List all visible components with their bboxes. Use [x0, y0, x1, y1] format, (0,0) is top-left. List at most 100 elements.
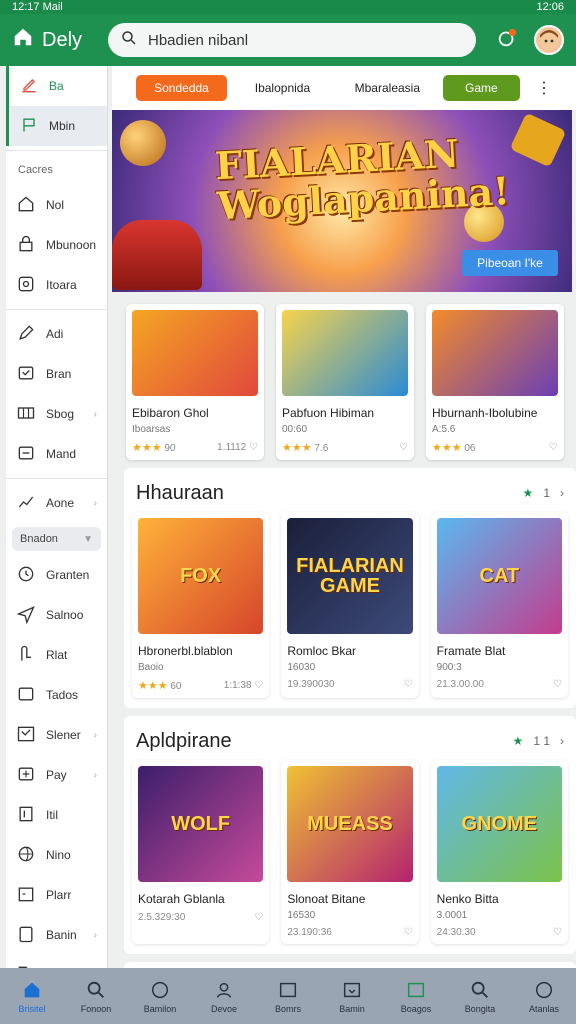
game-card[interactable]: Pabfuon Hibiman 00:60 ★★★ 7.6 ♡: [276, 304, 414, 460]
rating-stars: ★★★: [132, 442, 162, 454]
sidebar-item-label: Slener: [46, 728, 81, 742]
card-footer: 19.390030 ♡: [287, 679, 413, 690]
sidebar-dropdown[interactable]: Bnadon ▼: [12, 527, 101, 551]
heart-icon[interactable]: ♡: [254, 912, 263, 923]
game-card[interactable]: FOX Hbronerbl.blablon Baoio ★★★ 60 1:1:38 ♡: [132, 512, 270, 698]
nav-item-2[interactable]: Bamilon: [130, 979, 190, 1014]
rating-value: 7.6: [314, 443, 329, 454]
tab-game[interactable]: Game: [442, 75, 520, 101]
game-card[interactable]: WOLF Kotarah Gblanla 2.5.329:30 ♡: [132, 760, 270, 944]
sidebar-item-plarr[interactable]: Plarr: [6, 875, 107, 915]
nav-item-3[interactable]: Devoe: [194, 979, 254, 1014]
notification-icon[interactable]: [496, 27, 518, 54]
tab-bar: Sondedda Ibalopnida Mbaraleasia Game ⋮: [112, 66, 576, 110]
sidebar-item-tados[interactable]: Tados: [6, 675, 107, 715]
search-bar[interactable]: Hbadien nibanl: [108, 23, 476, 57]
game-thumbnail: [432, 310, 558, 396]
nav-item-7[interactable]: Bongita: [450, 979, 510, 1014]
sidebar-item-adi[interactable]: Adi: [6, 314, 107, 354]
game-title: Hburnanh-Ibolubine: [432, 406, 538, 420]
sidebar-item-rlat[interactable]: Rlat: [6, 635, 107, 675]
sidebar-item-label: Salnoo: [46, 608, 84, 622]
rating-stars: ★★★: [138, 680, 168, 692]
sidebar-item-salnoo[interactable]: Salnoo: [6, 595, 107, 635]
game-thumbnail: MUEASS: [287, 766, 413, 882]
sidebar-item-banin[interactable]: Banin ›: [6, 915, 107, 955]
game-section: Hhauraan ★ 1 › FOX Hbronerbl.blablon Baoio ★★★ …: [124, 468, 576, 708]
game-card[interactable]: Hburnanh-Ibolubine A:5.6 ★★★ 06 ♡: [426, 304, 564, 460]
sidebar-item-mbin[interactable]: Mbin: [6, 106, 107, 146]
sidebar-item-label: Granten: [46, 568, 90, 582]
section-count: 1 1: [533, 734, 550, 748]
sidebar-item-nino[interactable]: Nino: [6, 835, 107, 875]
nav-item-8[interactable]: Atanlas: [514, 979, 574, 1014]
game-card[interactable]: MUEASS Slonoat Bitane 16530 23.190:36 ♡: [281, 760, 419, 944]
heart-icon[interactable]: ♡: [252, 680, 263, 691]
game-title: Framate Blat: [436, 644, 506, 658]
sidebar-item-sbog[interactable]: Sbog ›: [6, 394, 107, 434]
tab-popular[interactable]: Ibalopnida: [233, 75, 332, 101]
heart-icon[interactable]: ♡: [553, 679, 562, 690]
search-input[interactable]: Hbadien nibanl: [148, 32, 248, 49]
heart-icon[interactable]: ♡: [404, 679, 413, 690]
heart-icon[interactable]: ♡: [549, 442, 558, 453]
sidebar-item-mand[interactable]: Mand: [6, 434, 107, 474]
heart-icon[interactable]: ♡: [553, 927, 562, 938]
banner-button[interactable]: Pibeoan I'ke: [462, 250, 558, 276]
sidebar-item-aone[interactable]: Aone ›: [6, 483, 107, 523]
game-thumbnail: WOLF: [138, 766, 264, 882]
sidebar-item-nol[interactable]: Nol: [6, 185, 107, 225]
nav-item-6[interactable]: Boagos: [386, 979, 446, 1014]
chevron-right-icon[interactable]: ›: [560, 486, 564, 500]
game-card[interactable]: Ebibaron Ghol Iboarsas ★★★ 90 1.1112 ♡: [126, 304, 264, 460]
top-app-bar: Dely Hbadien nibanl: [0, 14, 576, 66]
game-subtitle: 16530: [287, 910, 316, 921]
sidebar-item-itil[interactable]: Itil: [6, 795, 107, 835]
sidebar-item-bran[interactable]: Bran: [6, 354, 107, 394]
nav-item-5[interactable]: Bamin: [322, 979, 382, 1014]
nav-label: Devoe: [210, 1003, 237, 1014]
sidebar-item-itoara[interactable]: Itoara: [6, 265, 107, 305]
nav-label: Bomrs: [274, 1003, 301, 1014]
sidebar-item-mbunoon[interactable]: Mbunoon: [6, 225, 107, 265]
chevron-down-icon: ▼: [83, 533, 93, 545]
sidebar-item-ba[interactable]: Ba: [6, 66, 107, 106]
game-title: Romloc Bkar: [287, 644, 357, 658]
heart-icon[interactable]: ♡: [246, 442, 258, 453]
sidebar-item-pay[interactable]: Pay ›: [6, 755, 107, 795]
status-right: 12:06: [536, 1, 564, 13]
play-count: ♡: [404, 679, 413, 690]
sidebar-item-slener[interactable]: Slener ›: [6, 715, 107, 755]
app-logo[interactable]: Dely: [12, 26, 108, 54]
nav-item-4[interactable]: Bomrs: [258, 979, 318, 1014]
nav-label: Fonoon: [80, 1003, 112, 1014]
play-count: ♡: [553, 679, 562, 690]
nav-item-1[interactable]: Fonoon: [66, 979, 126, 1014]
heart-icon[interactable]: ♡: [399, 442, 408, 453]
sidebar-item-label: Sbog: [46, 407, 75, 421]
game-card[interactable]: CAT Framate Blat 900:3 21.3.00.00 ♡: [430, 512, 568, 698]
hero-banner[interactable]: FIALARIAN Woglapanina! Pibeoan I'ke: [112, 110, 572, 292]
search-icon: [120, 29, 138, 51]
tab-featured[interactable]: Sondedda: [136, 75, 227, 101]
game-subtitle: Baoio: [138, 662, 164, 673]
game-card[interactable]: FIALARIAN GAME Romloc Bkar 16030 19.390030 …: [281, 512, 419, 698]
more-icon[interactable]: ⋮: [536, 78, 552, 98]
explore-icon: [469, 979, 491, 1001]
sidebar-item-label: Mbin: [49, 119, 76, 133]
sidebar-item-granten[interactable]: Granten: [6, 555, 107, 595]
game-card[interactable]: GNOME Nenko Bitta 3.0001 24:30.30 ♡: [430, 760, 568, 944]
play-count: 1:1:38 ♡: [223, 680, 264, 691]
tab-new[interactable]: Mbaraleasia: [338, 75, 437, 101]
rating-value: 06: [464, 443, 476, 454]
avatar[interactable]: [534, 25, 564, 55]
game-thumbnail: FIALARIAN GAME: [287, 518, 413, 634]
game-icon: [149, 979, 171, 1001]
app-name: Dely: [42, 28, 83, 51]
section-title: Apldpirane: [136, 729, 232, 752]
nav-item-0[interactable]: Brisitel: [2, 979, 62, 1014]
chevron-right-icon[interactable]: ›: [560, 734, 564, 748]
nav-label: Brisitel: [18, 1003, 46, 1014]
heart-icon[interactable]: ♡: [404, 927, 413, 938]
card-footer: ★★★ 7.6 ♡: [282, 441, 408, 454]
